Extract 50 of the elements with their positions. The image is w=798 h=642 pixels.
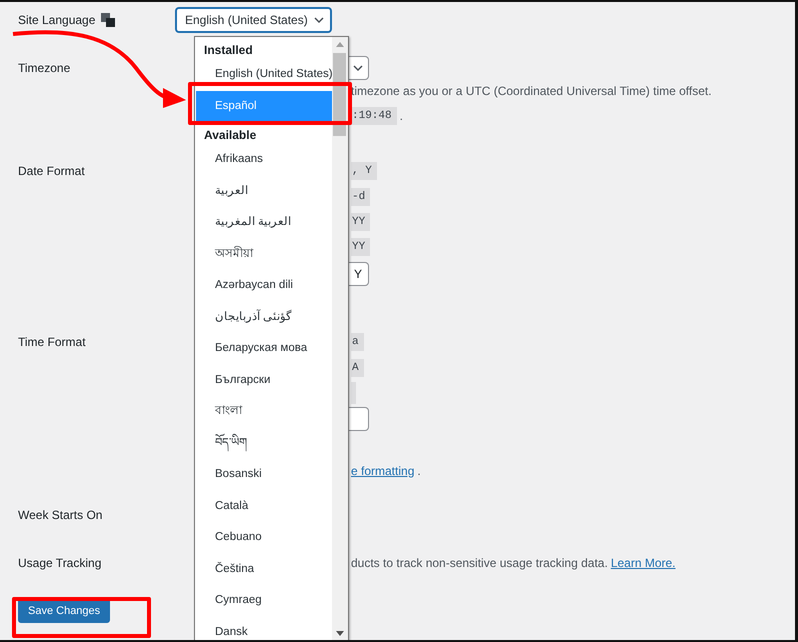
field-label: Date Format (17, 163, 86, 180)
scrollbar[interactable] (332, 37, 348, 640)
language-option[interactable]: བོད་ཡིག (196, 428, 332, 459)
language-option[interactable]: English (United States) (196, 59, 332, 90)
description-text: ducts to track non-sensitive usage tracking data. (351, 556, 608, 570)
language-option[interactable]: বাংলা (196, 396, 332, 428)
field-label: Timezone (17, 60, 72, 77)
scroll-down-icon[interactable] (336, 631, 344, 636)
field-label: Usage Tracking (17, 555, 102, 572)
scroll-up-icon[interactable] (336, 42, 344, 47)
language-option[interactable]: العربية (196, 176, 332, 207)
language-option[interactable]: Azərbaycan dili (196, 270, 332, 302)
language-option[interactable]: Català (196, 490, 332, 522)
format-example (351, 382, 356, 404)
format-example: YY (351, 213, 370, 231)
group-heading: Installed (203, 42, 254, 59)
field-label: Week Starts On (17, 507, 104, 524)
help-link[interactable]: Learn More. (610, 556, 676, 570)
language-option[interactable]: Cebuano (196, 522, 332, 554)
language-option[interactable]: العربية المغربية (196, 207, 332, 238)
language-option[interactable]: Dansk (196, 616, 332, 640)
language-option[interactable]: Беларуская мова (196, 333, 332, 364)
language-option[interactable]: Afrikaans (196, 144, 332, 176)
language-option[interactable]: Čeština (196, 554, 332, 585)
format-example: A (351, 359, 364, 377)
language-option[interactable]: অসমীয়া (196, 238, 332, 270)
description-text: . (400, 109, 403, 123)
group-heading: Available (203, 127, 258, 144)
description-text: . (417, 464, 421, 478)
chevron-icon (314, 17, 324, 23)
format-input[interactable] (348, 407, 369, 431)
format-example: YY (351, 238, 370, 256)
language-option[interactable]: Български (196, 364, 332, 396)
scroll-thumb[interactable] (333, 53, 346, 136)
language-option[interactable]: Cymraeg (196, 585, 332, 616)
field-label: Time Format (17, 334, 87, 351)
language-option[interactable]: Bosanski (196, 459, 332, 490)
field-label: Site Language (18, 12, 96, 29)
translate-icon (101, 13, 116, 27)
format-input[interactable]: Y (348, 262, 369, 286)
format-example: , Y (351, 162, 377, 180)
format-example: a (351, 333, 364, 351)
format-example: :19:48 (351, 107, 397, 125)
language-select[interactable]: English (United States) (176, 8, 331, 32)
description-text: timezone as you or a UTC (Coordinated Universal Time) time offset. (351, 84, 712, 98)
language-option[interactable]: گؤنئی آذربایجان (196, 302, 332, 333)
format-example: -d (351, 188, 370, 206)
help-link[interactable]: e formatting (351, 464, 414, 478)
chevron-icon (353, 65, 363, 71)
timezone-select[interactable] (348, 56, 369, 80)
